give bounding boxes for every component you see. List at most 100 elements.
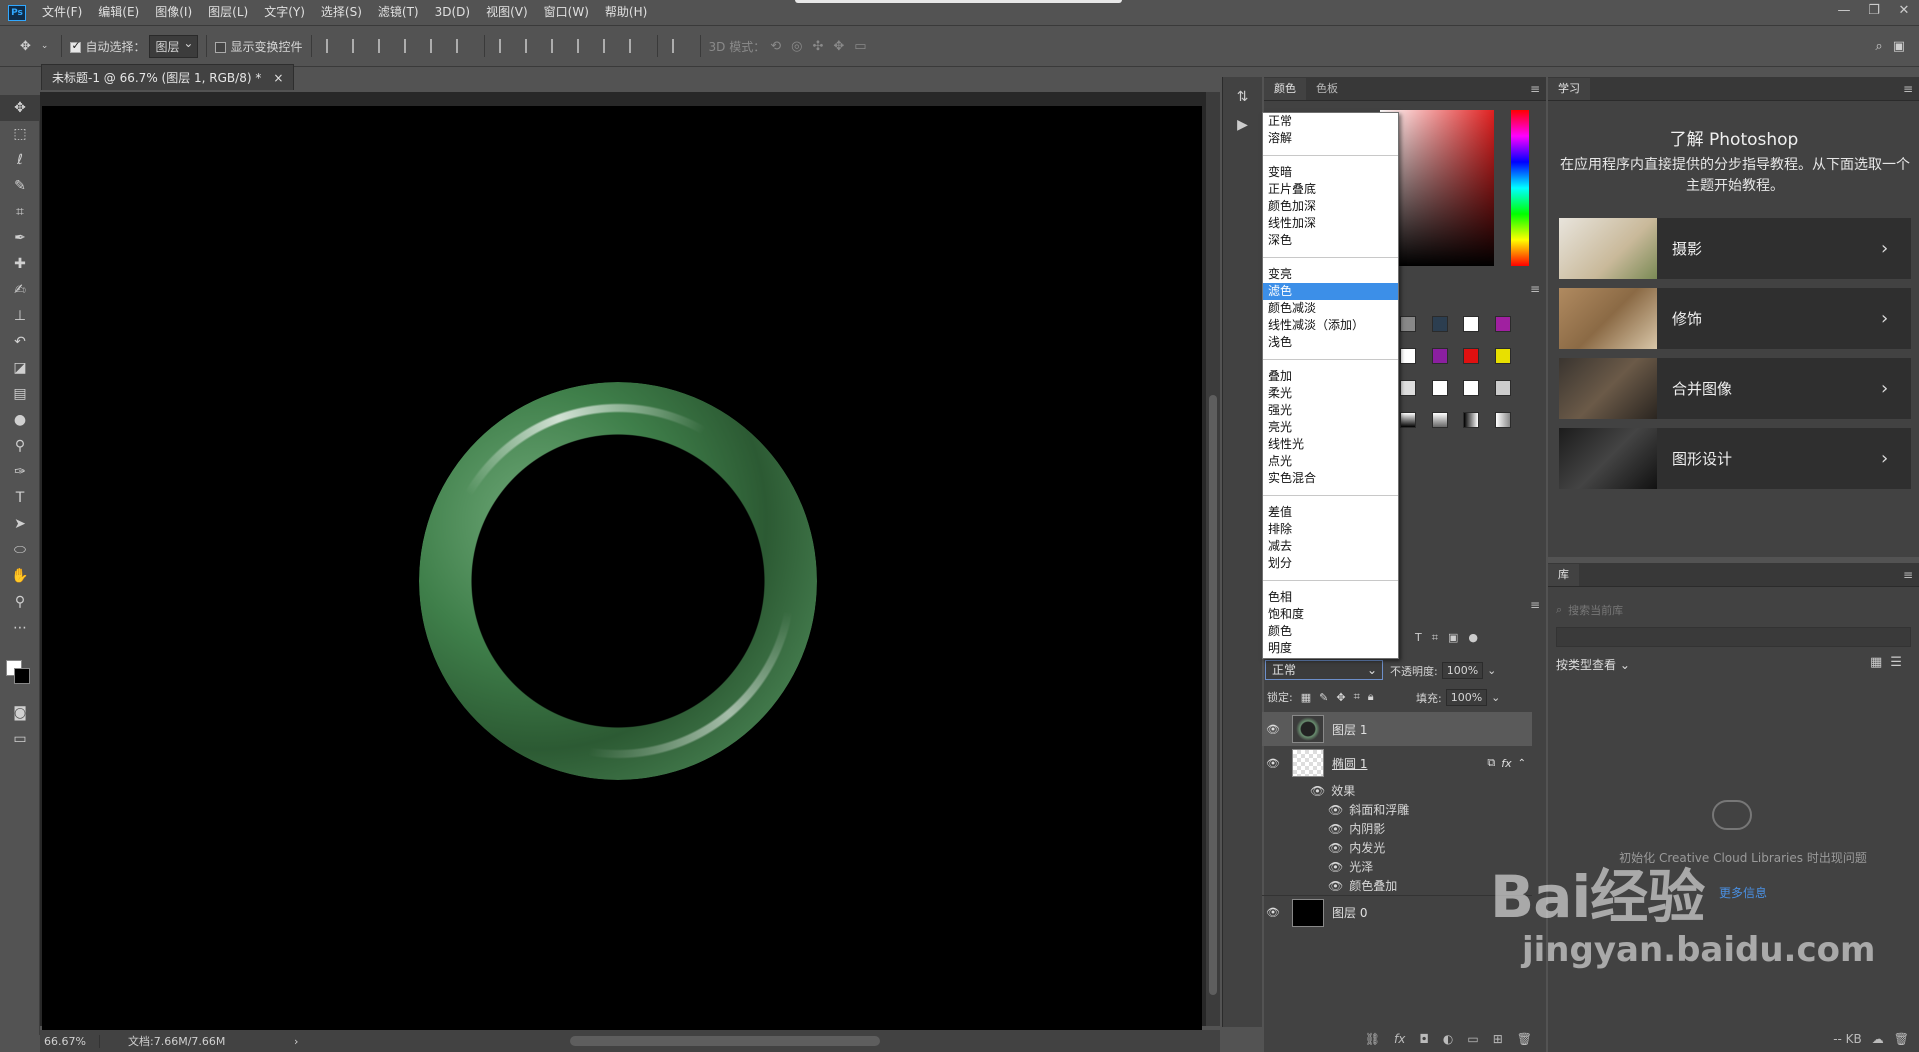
- background-color-swatch[interactable]: [14, 668, 30, 684]
- add-mask-icon[interactable]: ◘: [1419, 1032, 1429, 1046]
- menu-view[interactable]: 视图(V): [478, 0, 536, 25]
- history-brush-tool-icon[interactable]: ↶: [0, 329, 40, 355]
- menu-file[interactable]: 文件(F): [34, 0, 90, 25]
- 3d-orbit-icon[interactable]: ⟲: [770, 39, 781, 54]
- show-transform-checkbox[interactable]: [215, 41, 227, 53]
- distribute-top-icon[interactable]: [498, 39, 513, 53]
- lock-position-icon[interactable]: ✥: [1336, 691, 1345, 704]
- visibility-eye-icon[interactable]: 👁︎: [1328, 860, 1343, 874]
- lasso-tool-icon[interactable]: ℓ: [0, 147, 40, 173]
- menu-filter[interactable]: 滤镜(T): [370, 0, 427, 25]
- effect-row[interactable]: 👁︎ 内发光: [1328, 839, 1385, 856]
- effect-row[interactable]: 👁︎ 颜色叠加: [1328, 877, 1397, 894]
- distribute-bottom-icon[interactable]: [550, 39, 565, 53]
- opacity-chevron-icon[interactable]: ⌄: [1487, 664, 1496, 677]
- auto-select-checkbox[interactable]: [70, 39, 82, 53]
- panel-menu-icon[interactable]: ≡: [1530, 282, 1540, 296]
- swatch[interactable]: [1463, 412, 1479, 428]
- swatch[interactable]: [1463, 316, 1479, 332]
- panel-menu-icon[interactable]: ≡: [1903, 568, 1913, 582]
- gradient-tool-icon[interactable]: ▤: [0, 381, 40, 407]
- opacity-input[interactable]: 100%: [1441, 662, 1484, 679]
- blend-mode-option[interactable]: 变暗: [1263, 164, 1398, 181]
- minimize-button[interactable]: —: [1829, 0, 1859, 25]
- tab-swatches[interactable]: 色板: [1306, 78, 1348, 100]
- screen-mode-icon[interactable]: ▭: [0, 726, 40, 752]
- library-search[interactable]: ⌕ 搜索当前库: [1556, 600, 1911, 620]
- menu-help[interactable]: 帮助(H): [597, 0, 655, 25]
- marquee-tool-icon[interactable]: ⬚: [0, 121, 40, 147]
- close-tab-icon[interactable]: ×: [273, 65, 283, 90]
- dodge-tool-icon[interactable]: ⚲: [0, 433, 40, 459]
- workspace-icon[interactable]: ▣: [1893, 39, 1905, 54]
- cloud-sync-icon[interactable]: ☁︎: [1872, 1032, 1884, 1046]
- swatch[interactable]: [1495, 380, 1511, 396]
- zoom-level[interactable]: 66.67%: [40, 1034, 100, 1048]
- fill-chevron-icon[interactable]: ⌄: [1491, 691, 1500, 704]
- hue-slider[interactable]: [1511, 110, 1529, 266]
- blend-mode-option[interactable]: 饱和度: [1263, 606, 1398, 623]
- blend-mode-option[interactable]: 溶解: [1263, 130, 1398, 147]
- blend-mode-option[interactable]: 正常: [1263, 113, 1398, 130]
- ellipse-tool-icon[interactable]: ⬭: [0, 537, 40, 563]
- menu-type[interactable]: 文字(Y): [256, 0, 313, 25]
- visibility-eye-icon[interactable]: 👁︎: [1310, 784, 1325, 798]
- panel-menu-icon[interactable]: ≡: [1530, 598, 1540, 612]
- tool-preset-chevron-icon[interactable]: ⌄: [41, 41, 49, 51]
- align-bottom-icon[interactable]: [377, 39, 392, 53]
- blend-mode-option[interactable]: 亮光: [1263, 419, 1398, 436]
- search-icon[interactable]: ⌕: [1875, 39, 1882, 54]
- fx-icon[interactable]: fx: [1501, 757, 1511, 770]
- swatch[interactable]: [1495, 316, 1511, 332]
- top-search-bar[interactable]: [795, 0, 1122, 3]
- delete-layer-icon[interactable]: 🗑︎: [1517, 1032, 1532, 1046]
- type-tool-icon[interactable]: T: [0, 485, 40, 511]
- tab-learn[interactable]: 学习: [1548, 78, 1590, 100]
- tutorial-card-photography[interactable]: 摄影 ›: [1559, 218, 1911, 279]
- horizontal-scroll-thumb[interactable]: [570, 1036, 880, 1046]
- swatch[interactable]: [1432, 412, 1448, 428]
- blend-mode-option[interactable]: 点光: [1263, 453, 1398, 470]
- visibility-eye-icon[interactable]: 👁︎: [1262, 906, 1284, 919]
- more-tools-icon[interactable]: ⋯: [0, 615, 40, 641]
- blend-mode-option[interactable]: 叠加: [1263, 368, 1398, 385]
- panel-menu-icon[interactable]: ≡: [1903, 82, 1913, 96]
- effect-row[interactable]: 👁︎ 内阴影: [1328, 820, 1385, 837]
- eyedropper-tool-icon[interactable]: ✒: [0, 225, 40, 251]
- align-vcenter-icon[interactable]: [351, 39, 366, 53]
- blend-mode-option[interactable]: 变亮: [1263, 266, 1398, 283]
- swatch[interactable]: [1463, 348, 1479, 364]
- menu-window[interactable]: 窗口(W): [536, 0, 597, 25]
- swatch[interactable]: [1432, 348, 1448, 364]
- swatch[interactable]: [1463, 380, 1479, 396]
- layer-row[interactable]: 👁︎ 图层 1: [1262, 712, 1532, 746]
- distribute-right-icon[interactable]: [628, 39, 643, 53]
- auto-align-icon[interactable]: [671, 39, 686, 53]
- visibility-eye-icon[interactable]: 👁︎: [1262, 723, 1284, 736]
- new-group-icon[interactable]: ▭: [1467, 1032, 1478, 1046]
- blend-mode-option[interactable]: 线性光: [1263, 436, 1398, 453]
- tab-color[interactable]: 颜色: [1264, 78, 1306, 100]
- panel-menu-icon[interactable]: ≡: [1530, 82, 1540, 96]
- tutorial-card-combine[interactable]: 合并图像 ›: [1559, 358, 1911, 419]
- swatch[interactable]: [1432, 316, 1448, 332]
- new-layer-icon[interactable]: ⊞: [1493, 1032, 1503, 1046]
- blend-mode-option[interactable]: 柔光: [1263, 385, 1398, 402]
- layer-row[interactable]: 👁︎ 椭圆 1 ⧉ fx ⌃: [1262, 746, 1532, 780]
- swatch[interactable]: [1495, 412, 1511, 428]
- hand-tool-icon[interactable]: ✋: [0, 563, 40, 589]
- vertical-scroll-thumb[interactable]: [1209, 395, 1217, 995]
- swatch[interactable]: [1400, 316, 1416, 332]
- blend-mode-option[interactable]: 排除: [1263, 521, 1398, 538]
- fill-input[interactable]: 100%: [1445, 689, 1488, 706]
- filter-shape-icon[interactable]: ⌗: [1432, 631, 1438, 645]
- quick-select-tool-icon[interactable]: ✎: [0, 173, 40, 199]
- list-view-icon[interactable]: ☰: [1890, 655, 1902, 670]
- eraser-tool-icon[interactable]: ◪: [0, 355, 40, 381]
- blend-mode-option[interactable]: 差值: [1263, 504, 1398, 521]
- link-layers-icon[interactable]: ⛓︎: [1365, 1032, 1380, 1046]
- blend-mode-option[interactable]: 浅色: [1263, 334, 1398, 351]
- effect-row[interactable]: 👁︎ 光泽: [1328, 858, 1373, 875]
- lock-pixels-icon[interactable]: ✎: [1319, 691, 1328, 704]
- effect-row[interactable]: 👁︎ 斜面和浮雕: [1328, 801, 1409, 818]
